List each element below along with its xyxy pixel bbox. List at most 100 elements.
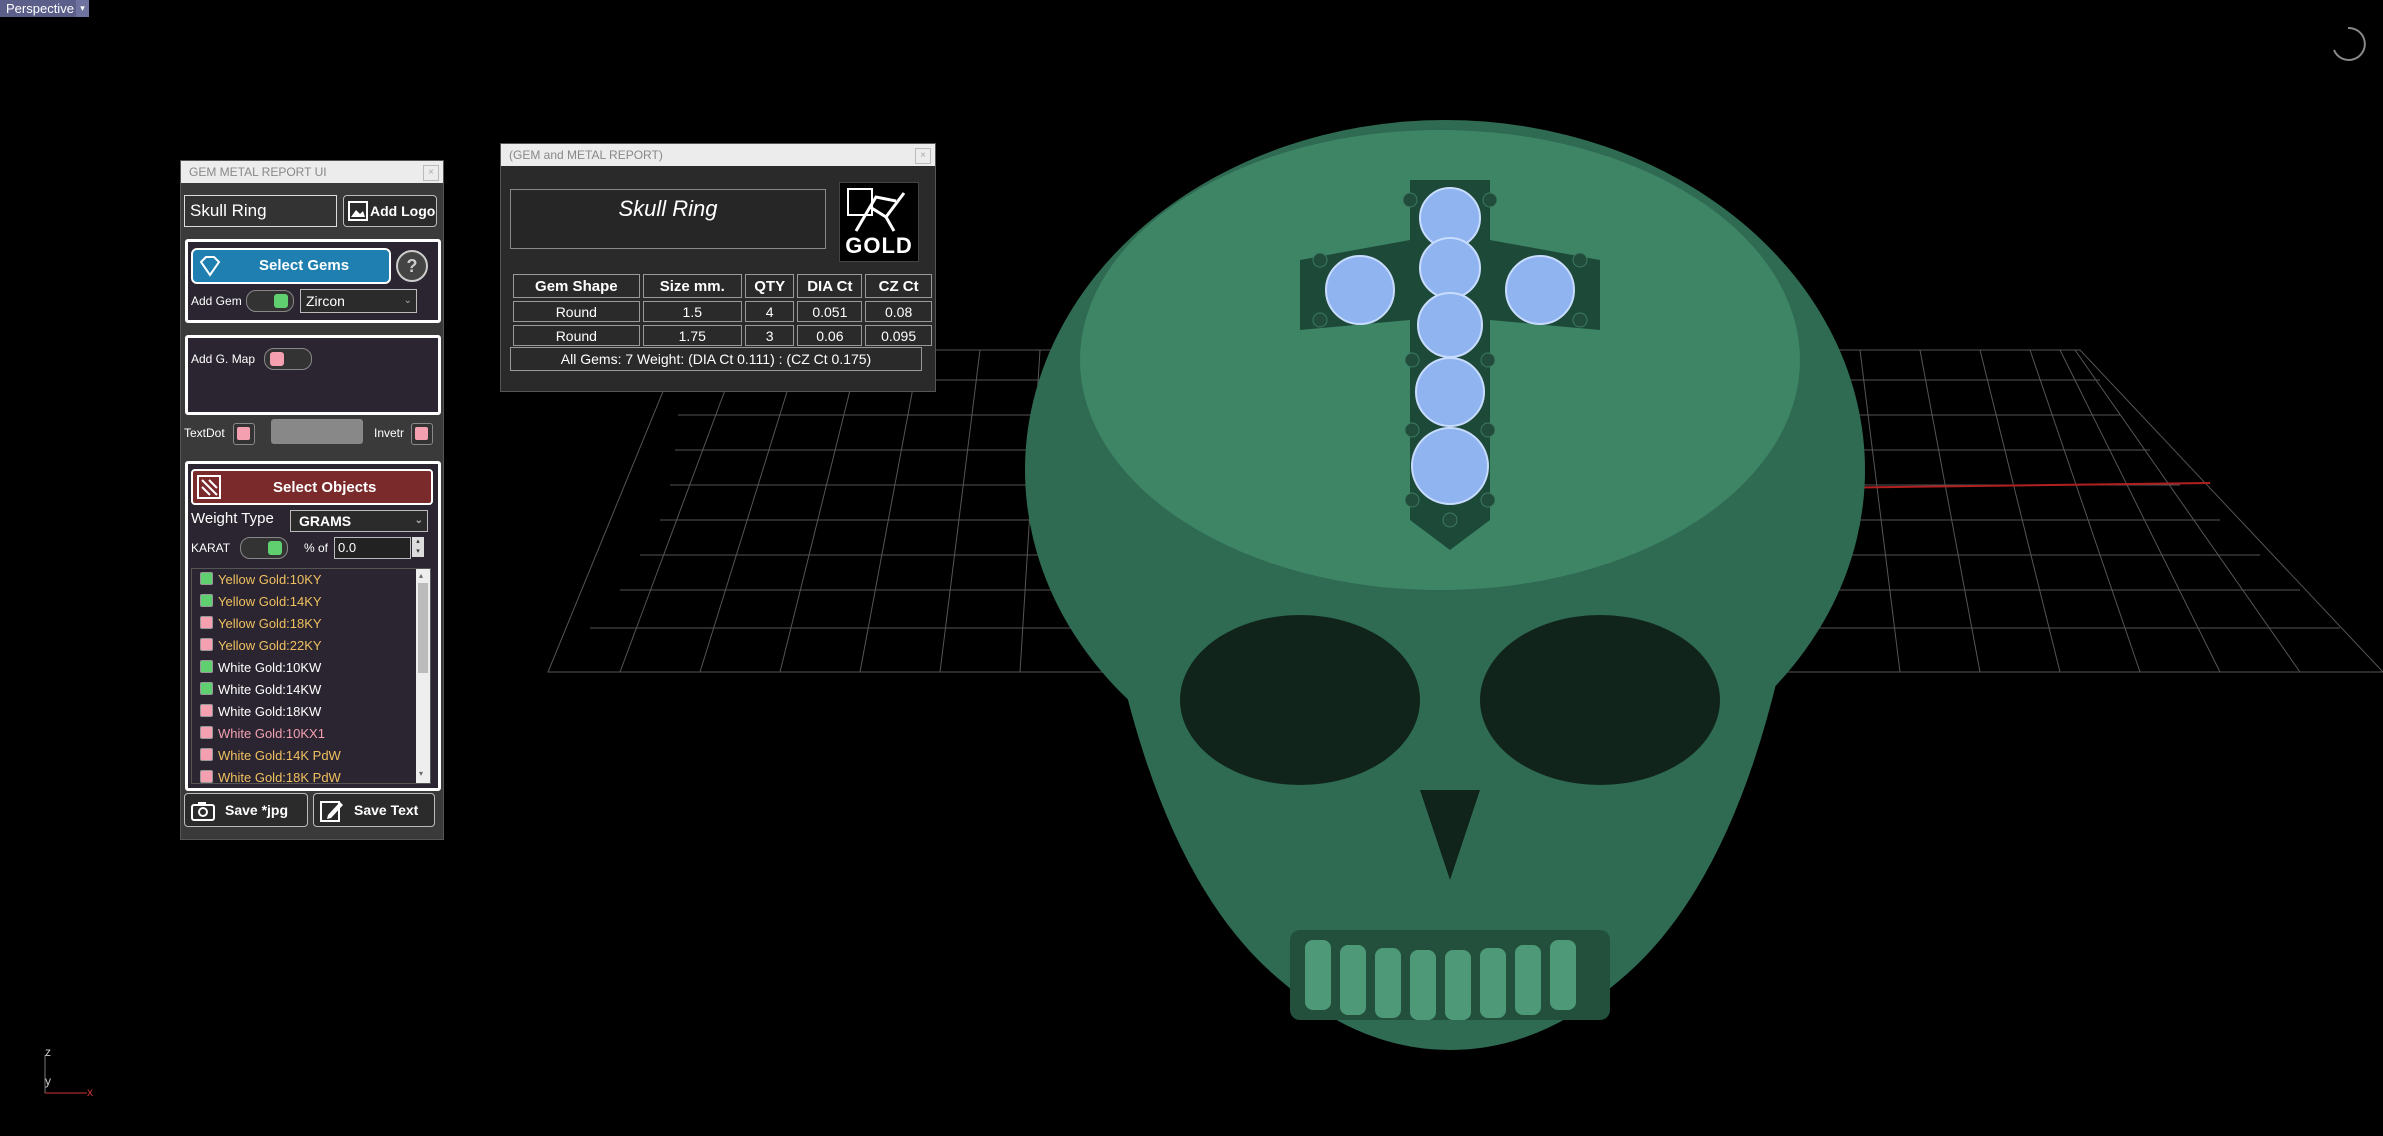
gem-table: Gem Shape Size mm. QTY DIA Ct CZ Ct Round 1.5…: [510, 271, 935, 349]
report-name-box: Skull Ring: [510, 189, 826, 249]
karat-label: KARAT: [191, 541, 231, 555]
table-cell: 0.08: [865, 301, 932, 322]
table-cell: 4: [744, 301, 795, 322]
select-objects-button[interactable]: Select Objects: [191, 469, 433, 505]
textdot-checkbox[interactable]: [233, 423, 255, 445]
list-item[interactable]: Yellow Gold:22KY: [200, 635, 322, 657]
weight-type-label: Weight Type: [191, 510, 274, 527]
percent-of-label: % of: [304, 541, 329, 555]
metal-checkbox[interactable]: [200, 594, 213, 607]
help-button[interactable]: ?: [396, 250, 428, 282]
report-name: Skull Ring: [618, 196, 718, 221]
list-item[interactable]: Yellow Gold:14KY: [200, 591, 322, 613]
weight-type-select[interactable]: GRAMS ⌄: [290, 510, 428, 532]
metal-list-scrollbar[interactable]: ▴ ▾: [416, 569, 430, 783]
camera-icon: [191, 802, 215, 821]
list-item[interactable]: White Gold:18K PdW: [200, 767, 341, 789]
percent-stepper[interactable]: ▴ ▾: [412, 537, 424, 557]
chevron-down-icon: ⌄: [414, 515, 423, 526]
invetr-checkbox[interactable]: [411, 423, 433, 445]
save-jpg-label: Save *jpg: [225, 802, 289, 818]
axis-z-label: z: [45, 1045, 51, 1059]
metal-label: Yellow Gold:18KY: [218, 616, 322, 631]
gem-metal-report-ui-panel: GEM METAL REPORT UI × Skull Ring Add Log…: [180, 160, 444, 840]
table-header: Gem Shape: [513, 274, 640, 298]
metal-label: White Gold:10KX1: [218, 726, 325, 741]
grasshopper-logo-icon: [847, 188, 906, 232]
karat-toggle[interactable]: [240, 537, 288, 559]
table-cell: 1.5: [642, 301, 742, 322]
add-gem-toggle[interactable]: [246, 290, 294, 312]
invetr-label: Invetr: [374, 426, 405, 440]
list-item[interactable]: White Gold:18KW: [200, 701, 321, 723]
metal-checkbox[interactable]: [200, 704, 213, 717]
metal-label: White Gold:14KW: [218, 682, 322, 697]
textdot-slider[interactable]: [271, 419, 363, 444]
gem-summary: All Gems: 7 Weight: (DIA Ct 0.111) : (CZ…: [510, 347, 922, 371]
metal-list[interactable]: Yellow Gold:10KY Yellow Gold:14KY Yellow G…: [191, 568, 431, 785]
table-cell: Round: [513, 325, 640, 346]
metal-label: White Gold:18KW: [218, 704, 322, 719]
panel1-title: GEM METAL REPORT UI: [189, 165, 327, 179]
axis-y-label: y: [45, 1074, 51, 1088]
metal-checkbox[interactable]: [200, 572, 213, 585]
weight-type-value: GRAMS: [299, 513, 352, 529]
gem-type-select[interactable]: Zircon ⌄: [300, 289, 417, 313]
metal-label: White Gold:14K PdW: [218, 748, 341, 763]
metal-label: Yellow Gold:10KY: [218, 572, 322, 587]
add-gmap-toggle[interactable]: [264, 348, 312, 370]
save-text-button[interactable]: Save Text: [313, 793, 435, 827]
metal-label: White Gold:18K PdW: [218, 770, 341, 785]
metal-checkbox[interactable]: [200, 682, 213, 695]
metal-checkbox[interactable]: [200, 748, 213, 761]
gem-type-value: Zircon: [306, 293, 345, 309]
metal-checkbox[interactable]: [200, 660, 213, 673]
save-text-label: Save Text: [354, 802, 419, 818]
scroll-up-icon[interactable]: ▴: [419, 571, 427, 581]
edit-document-icon: [320, 801, 343, 822]
close-icon[interactable]: ×: [423, 165, 439, 181]
table-cell: 0.051: [797, 301, 863, 322]
metal-label: White Gold:10KW: [218, 660, 322, 675]
list-item[interactable]: White Gold:10KW: [200, 657, 321, 679]
table-row: Round 1.75 3 0.06 0.095: [513, 325, 932, 346]
gems-section: Select Gems ? Add Gem Zircon ⌄: [185, 239, 441, 323]
table-header: Size mm.: [642, 274, 742, 298]
list-item[interactable]: White Gold:10KX1: [200, 723, 325, 745]
table-cell: Round: [513, 301, 640, 322]
axis-x-label: x: [87, 1085, 93, 1099]
add-gem-label: Add Gem: [191, 294, 242, 308]
table-header: CZ Ct: [865, 274, 932, 298]
percent-input[interactable]: 0.0: [334, 537, 411, 559]
table-cell: 3: [744, 325, 795, 346]
close-icon[interactable]: ×: [915, 148, 931, 164]
select-gems-button[interactable]: Select Gems: [191, 248, 391, 284]
scroll-down-icon[interactable]: ▾: [419, 769, 427, 779]
report-name-input[interactable]: Skull Ring: [184, 195, 337, 227]
gmap-section: Add G. Map: [185, 335, 441, 415]
chevron-down-icon: ⌄: [403, 295, 412, 306]
table-cell: 1.75: [642, 325, 742, 346]
metal-checkbox[interactable]: [200, 616, 213, 629]
textdot-label: TextDot: [184, 426, 225, 440]
metal-label: Yellow Gold:14KY: [218, 594, 322, 609]
panel1-titlebar[interactable]: GEM METAL REPORT UI ×: [181, 161, 443, 183]
scrollbar-thumb[interactable]: [418, 583, 428, 673]
list-item[interactable]: White Gold:14K PdW: [200, 745, 341, 767]
metal-checkbox[interactable]: [200, 638, 213, 651]
metal-checkbox[interactable]: [200, 770, 213, 783]
metal-label: Yellow Gold:22KY: [218, 638, 322, 653]
table-cell: 0.095: [865, 325, 932, 346]
save-jpg-button[interactable]: Save *jpg: [184, 793, 308, 827]
gem-metal-report-panel: (GEM and METAL REPORT) × Skull Ring GOLD…: [500, 143, 936, 392]
list-item[interactable]: Yellow Gold:10KY: [200, 569, 322, 591]
list-item[interactable]: White Gold:14KW: [200, 679, 321, 701]
select-objects-label: Select Objects: [273, 479, 377, 496]
panel2-title: (GEM and METAL REPORT): [509, 148, 663, 162]
add-logo-button[interactable]: Add Logo: [343, 195, 437, 227]
metal-checkbox[interactable]: [200, 726, 213, 739]
image-icon: [348, 201, 368, 221]
list-item[interactable]: Yellow Gold:18KY: [200, 613, 322, 635]
table-row: Round 1.5 4 0.051 0.08: [513, 301, 932, 322]
panel2-titlebar[interactable]: (GEM and METAL REPORT) ×: [501, 144, 935, 166]
